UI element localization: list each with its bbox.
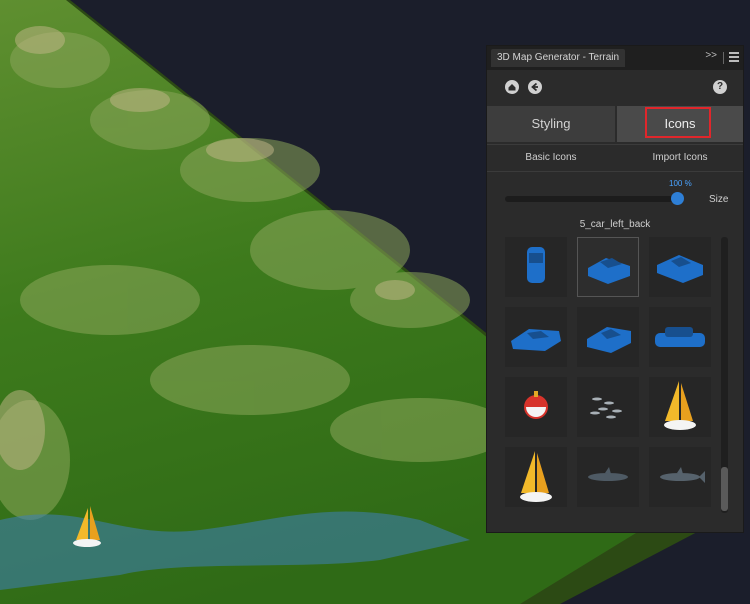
help-icon[interactable]: ?: [713, 80, 727, 94]
size-slider-thumb[interactable]: [671, 192, 684, 205]
car-left-back-icon[interactable]: [577, 237, 639, 297]
buoy-icon[interactable]: [505, 377, 567, 437]
fish-school-icon[interactable]: [577, 377, 639, 437]
titlebar-separator: [723, 52, 724, 64]
size-slider[interactable]: [505, 196, 683, 202]
tab-import-icons[interactable]: Import Icons: [617, 145, 743, 171]
shark-icon[interactable]: [577, 447, 639, 507]
tab-basic-icons[interactable]: Basic Icons: [487, 145, 615, 171]
home-icon[interactable]: [505, 80, 519, 94]
car-front-icon[interactable]: [505, 237, 567, 297]
panel-navbar: ?: [487, 70, 743, 104]
icon-grid: [505, 237, 715, 511]
tab-styling[interactable]: Styling: [487, 106, 615, 142]
terrain-panel: 3D Map Generator - Terrain >> ? Styling …: [486, 45, 744, 533]
car-left-back-2-icon[interactable]: [577, 307, 639, 367]
sailboat-2-icon[interactable]: [505, 447, 567, 507]
sub-tabs: Basic Icons Import Icons: [487, 144, 743, 172]
panel-title: 3D Map Generator - Terrain: [491, 49, 626, 67]
panel-titlebar: 3D Map Generator - Terrain >>: [487, 46, 743, 70]
size-label: Size: [709, 194, 729, 205]
selected-icon-name: 5_car_left_back: [579, 219, 651, 230]
highlight-box: [645, 107, 711, 138]
shark-2-icon[interactable]: [649, 447, 711, 507]
car-right-icon[interactable]: [649, 237, 711, 297]
icon-grid-scrollbar-thumb[interactable]: [721, 467, 728, 511]
menu-icon[interactable]: [729, 52, 739, 64]
car-left-icon[interactable]: [505, 307, 567, 367]
size-percent-label: 100 %: [669, 179, 692, 188]
sailboat-icon[interactable]: [649, 377, 711, 437]
collapse-icon[interactable]: >>: [705, 50, 717, 61]
back-icon[interactable]: [528, 80, 542, 94]
car-right-2-icon[interactable]: [649, 307, 711, 367]
